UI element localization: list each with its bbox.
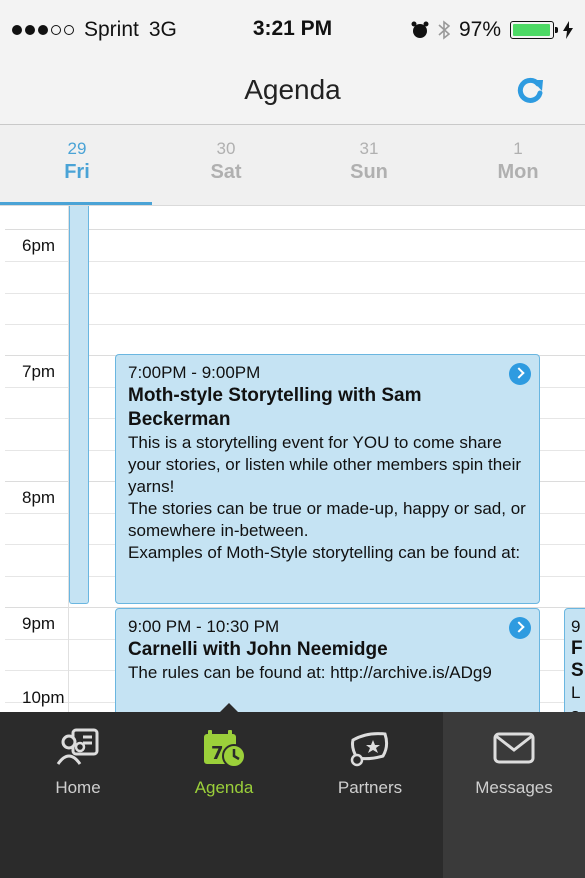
event-description: The rules can be found at: http://archiv…: [128, 663, 492, 682]
event-card-storytelling[interactable]: 7:00PM - 9:00PM Moth-style Storytelling …: [115, 354, 540, 604]
charging-icon: [563, 21, 573, 39]
active-tab-pointer: [220, 703, 238, 712]
partial-line: s: [571, 704, 585, 712]
hour-label-9pm: 9pm: [22, 614, 56, 633]
day-name: Sat: [210, 161, 242, 183]
quarter-line: [5, 324, 585, 325]
status-bar: Sprint 3G 3:21 PM 97%: [0, 0, 585, 58]
hour-label-6pm: 6pm: [22, 236, 56, 255]
hour-line: [5, 229, 585, 230]
half-hour-line: [5, 261, 585, 262]
chevron-right-icon[interactable]: [509, 363, 531, 385]
day-tab-1[interactable]: 30 Sat: [156, 139, 296, 184]
partial-line: 9: [571, 617, 581, 636]
day-number: 29: [67, 139, 87, 158]
partners-icon: [350, 732, 389, 767]
day-tab-0[interactable]: 29 Fri: [7, 139, 147, 184]
bluetooth-icon: [438, 20, 450, 40]
tab-messages[interactable]: Messages: [443, 712, 585, 878]
hour-label-8pm: 8pm: [22, 488, 56, 507]
tab-label: Messages: [475, 778, 553, 797]
refresh-icon[interactable]: [513, 74, 547, 108]
partial-line: L: [571, 683, 581, 702]
messages-icon: [493, 732, 535, 764]
calendar-grid[interactable]: 6pm 7pm 8pm 9pm 10pm 7:00PM - 9:00PM Mot…: [0, 206, 585, 712]
event-card-partial[interactable]: 9 F S L s t C: [564, 608, 585, 712]
status-right: 97%: [411, 18, 573, 42]
day-tab-3[interactable]: 1 Mon: [448, 139, 585, 184]
day-number: 1: [513, 139, 523, 158]
ongoing-event-bar[interactable]: [69, 206, 89, 604]
tab-home[interactable]: Home: [5, 712, 151, 878]
home-icon: [56, 728, 99, 765]
tab-bar: Home 7 Agenda Partners Messages: [0, 703, 585, 878]
day-name: Mon: [497, 161, 539, 183]
alarm-icon: [411, 21, 429, 38]
selected-day-indicator: [0, 202, 152, 205]
event-description: This is a storytelling event for YOU to …: [128, 433, 526, 562]
partial-line: F: [571, 638, 583, 659]
event-card-carnelli[interactable]: 9:00 PM - 10:30 PM Carnelli with John Ne…: [115, 608, 540, 712]
agenda-icon: 7: [204, 730, 246, 768]
tab-label: Partners: [337, 778, 403, 797]
hour-label-10pm: 10pm: [22, 688, 65, 707]
event-time: 9:00 PM - 10:30 PM: [128, 617, 280, 636]
event-time: 7:00PM - 9:00PM: [128, 363, 261, 382]
quarter-line: [5, 293, 585, 294]
page-title: Agenda: [244, 74, 341, 105]
chevron-right-icon[interactable]: [509, 617, 531, 639]
svg-text:7: 7: [211, 743, 224, 764]
day-selector: 29 Fri 30 Sat 31 Sun 1 Mon: [0, 125, 585, 206]
tab-partners[interactable]: Partners: [297, 712, 443, 878]
day-tab-2[interactable]: 31 Sun: [299, 139, 439, 184]
day-number: 30: [216, 139, 236, 158]
battery-icon: [510, 21, 558, 39]
tab-agenda[interactable]: 7 Agenda: [151, 712, 297, 878]
navigation-bar: Agenda: [0, 58, 585, 125]
partial-line: S: [571, 660, 584, 681]
battery-percent: 97%: [458, 18, 501, 41]
tab-label: Agenda: [194, 778, 254, 797]
hour-label-7pm: 7pm: [22, 362, 56, 381]
day-number: 31: [359, 139, 379, 158]
day-name: Fri: [64, 161, 90, 183]
day-name: Sun: [350, 161, 388, 183]
event-title: Moth-style Storytelling with Sam Beckerm…: [128, 385, 422, 430]
event-title: Carnelli with John Neemidge: [128, 639, 388, 660]
tab-label: Home: [55, 778, 101, 797]
